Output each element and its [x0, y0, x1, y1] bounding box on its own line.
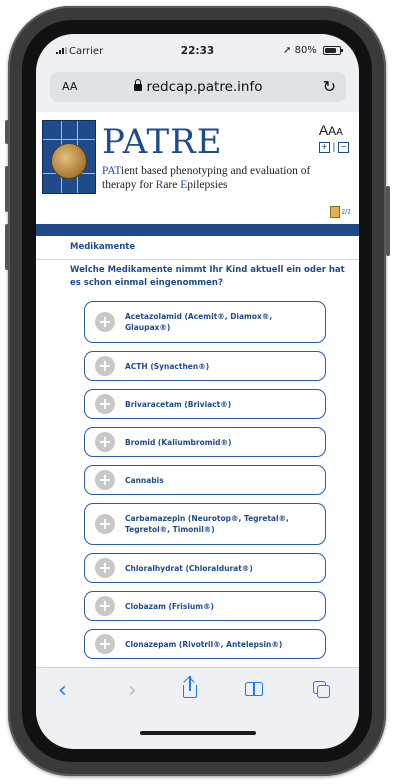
plus-icon: + — [95, 634, 115, 654]
plus-icon: + — [95, 356, 115, 376]
font-size-large[interactable]: A — [319, 122, 328, 138]
url-display[interactable]: redcap.patre.info — [50, 79, 346, 95]
option-button[interactable]: + Acetazolamid (Acemit®, Diamox®, Glaupax… — [84, 301, 326, 343]
section-header: Medikamente — [36, 238, 359, 260]
battery-indicator: ➚ 80% — [283, 45, 343, 56]
reload-icon[interactable]: ↻ — [323, 77, 336, 96]
font-size-small[interactable]: A — [336, 127, 343, 138]
plus-icon: + — [95, 312, 115, 332]
plus-icon: + — [95, 432, 115, 452]
page-indicator: 2/2 — [330, 206, 351, 218]
font-size-medium[interactable]: A — [328, 124, 336, 138]
font-size-controls: AAA + | − — [318, 122, 349, 153]
lock-icon — [133, 79, 142, 91]
phone-screen: Carrier 22:33 ➚ 80% AA redcap.patre.info… — [36, 34, 359, 749]
decrease-font-button[interactable]: − — [338, 142, 349, 153]
patre-header: PATRE PATient based phenotyping and eval… — [36, 112, 359, 224]
option-button[interactable]: + Carbamazepin (Neurotop®, Tegretal®, Teg… — [84, 503, 326, 545]
question-label: Welche Medikamente nimmt Ihr Kind aktuel… — [70, 265, 345, 288]
web-page: PATRE PATient based phenotyping and eval… — [36, 112, 359, 667]
option-button[interactable]: + Chloralhydrat (Chloraldurat®) — [84, 553, 326, 583]
share-icon[interactable] — [183, 676, 197, 698]
safari-toolbar: ‹ › — [36, 667, 359, 718]
option-label: Clonazepam (Rivotril®, Antelepsin®) — [125, 640, 283, 649]
option-label: Chloralhydrat (Chloraldurat®) — [125, 564, 253, 573]
power-button — [386, 186, 390, 256]
option-button[interactable]: + Cannabis — [84, 465, 326, 495]
address-bar[interactable]: AA redcap.patre.info ↻ — [50, 72, 346, 102]
option-label: Brivaracetam (Briviact®) — [125, 400, 232, 409]
option-label: Carbamazepin (Neurotop®, Tegretal®, Tegr… — [125, 514, 289, 534]
plus-icon: + — [95, 596, 115, 616]
brand-title: PATRE — [102, 122, 223, 162]
option-button[interactable]: + ACTH (Synacthen®) — [84, 351, 326, 381]
bookmarks-icon[interactable] — [245, 682, 263, 696]
section-title: Medikamente — [70, 242, 136, 252]
tabs-icon[interactable] — [313, 681, 330, 698]
home-indicator[interactable] — [140, 731, 256, 735]
page-icon — [330, 206, 341, 218]
plus-icon: + — [95, 470, 115, 490]
volume-down-button — [5, 224, 9, 270]
option-button[interactable]: + Clonazepam (Rivotril®, Antelepsin®) — [84, 629, 326, 659]
header-divider — [36, 224, 359, 236]
option-button[interactable]: + Bromid (Kaliumbromid®) — [84, 427, 326, 457]
option-label: Clobazam (Frisium®) — [125, 602, 214, 611]
option-label: Acetazolamid (Acemit®, Diamox®, Glaupax®… — [125, 312, 273, 332]
volume-up-button — [5, 166, 9, 212]
battery-icon — [323, 45, 343, 55]
plus-icon: + — [95, 558, 115, 578]
option-label: ACTH (Synacthen®) — [125, 362, 210, 371]
plus-icon: + — [95, 514, 115, 534]
medication-options: + Acetazolamid (Acemit®, Diamox®, Glaupax… — [84, 301, 326, 667]
back-button[interactable]: ‹ — [58, 678, 67, 703]
location-icon: ➚ — [283, 45, 292, 56]
patre-logo — [42, 120, 96, 194]
option-label: Bromid (Kaliumbromid®) — [125, 438, 232, 447]
status-bar: Carrier 22:33 ➚ 80% — [36, 34, 359, 64]
increase-font-button[interactable]: + — [318, 142, 330, 153]
font-controls-separator: | — [332, 142, 336, 153]
brand-tagline: PATient based phenotyping and evaluation… — [102, 165, 311, 191]
mute-switch — [5, 120, 9, 144]
battery-percent: 80% — [294, 45, 317, 56]
option-button[interactable]: + Brivaracetam (Briviact®) — [84, 389, 326, 419]
plus-icon: + — [95, 394, 115, 414]
url-text: redcap.patre.info — [146, 79, 263, 95]
option-label: Cannabis — [125, 476, 164, 485]
medal-portrait-icon — [51, 143, 87, 179]
option-button[interactable]: + Clobazam (Frisium®) — [84, 591, 326, 621]
forward-button[interactable]: › — [128, 678, 137, 703]
